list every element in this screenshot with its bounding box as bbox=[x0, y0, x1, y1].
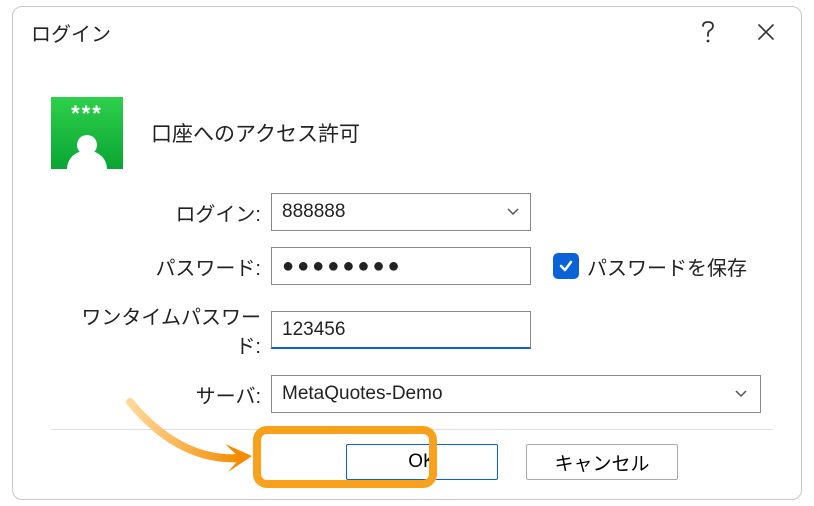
login-combobox[interactable]: 888888 bbox=[271, 193, 531, 231]
otp-label: ワンタイムパスワード: bbox=[61, 301, 271, 359]
server-label: サーバ: bbox=[61, 380, 271, 409]
ok-label: OK bbox=[408, 451, 435, 473]
check-icon bbox=[558, 258, 574, 274]
otp-value: 123456 bbox=[282, 319, 345, 341]
stars-label: *** bbox=[51, 101, 123, 127]
titlebar: ログイン bbox=[13, 7, 801, 57]
dialog-title: ログイン bbox=[31, 18, 679, 47]
login-value: 888888 bbox=[282, 201, 500, 223]
ok-button[interactable]: OK bbox=[346, 444, 498, 480]
otp-input[interactable]: 123456 bbox=[271, 311, 531, 349]
cancel-label: キャンセル bbox=[554, 449, 649, 476]
cancel-button[interactable]: キャンセル bbox=[526, 444, 678, 480]
password-value: ●●●●●●●● bbox=[282, 255, 403, 278]
help-icon bbox=[700, 20, 716, 44]
help-button[interactable] bbox=[679, 10, 737, 54]
login-label: ログイン: bbox=[61, 198, 271, 227]
server-select[interactable]: MetaQuotes-Demo bbox=[271, 375, 761, 413]
chevron-down-icon bbox=[728, 383, 754, 405]
password-label: パスワード: bbox=[61, 252, 271, 281]
password-input[interactable]: ●●●●●●●● bbox=[271, 247, 531, 285]
dialog-heading: 口座へのアクセス許可 bbox=[151, 118, 360, 148]
close-icon bbox=[757, 23, 775, 41]
account-icon: *** bbox=[51, 97, 123, 169]
save-password-checkbox[interactable] bbox=[553, 253, 579, 279]
close-button[interactable] bbox=[737, 10, 795, 54]
chevron-down-icon bbox=[500, 201, 526, 223]
save-password-label: パスワードを保存 bbox=[587, 252, 747, 281]
login-dialog: ログイン *** 口座へのアクセス許可 ログイン: bbox=[12, 6, 802, 500]
server-value: MetaQuotes-Demo bbox=[282, 383, 728, 405]
